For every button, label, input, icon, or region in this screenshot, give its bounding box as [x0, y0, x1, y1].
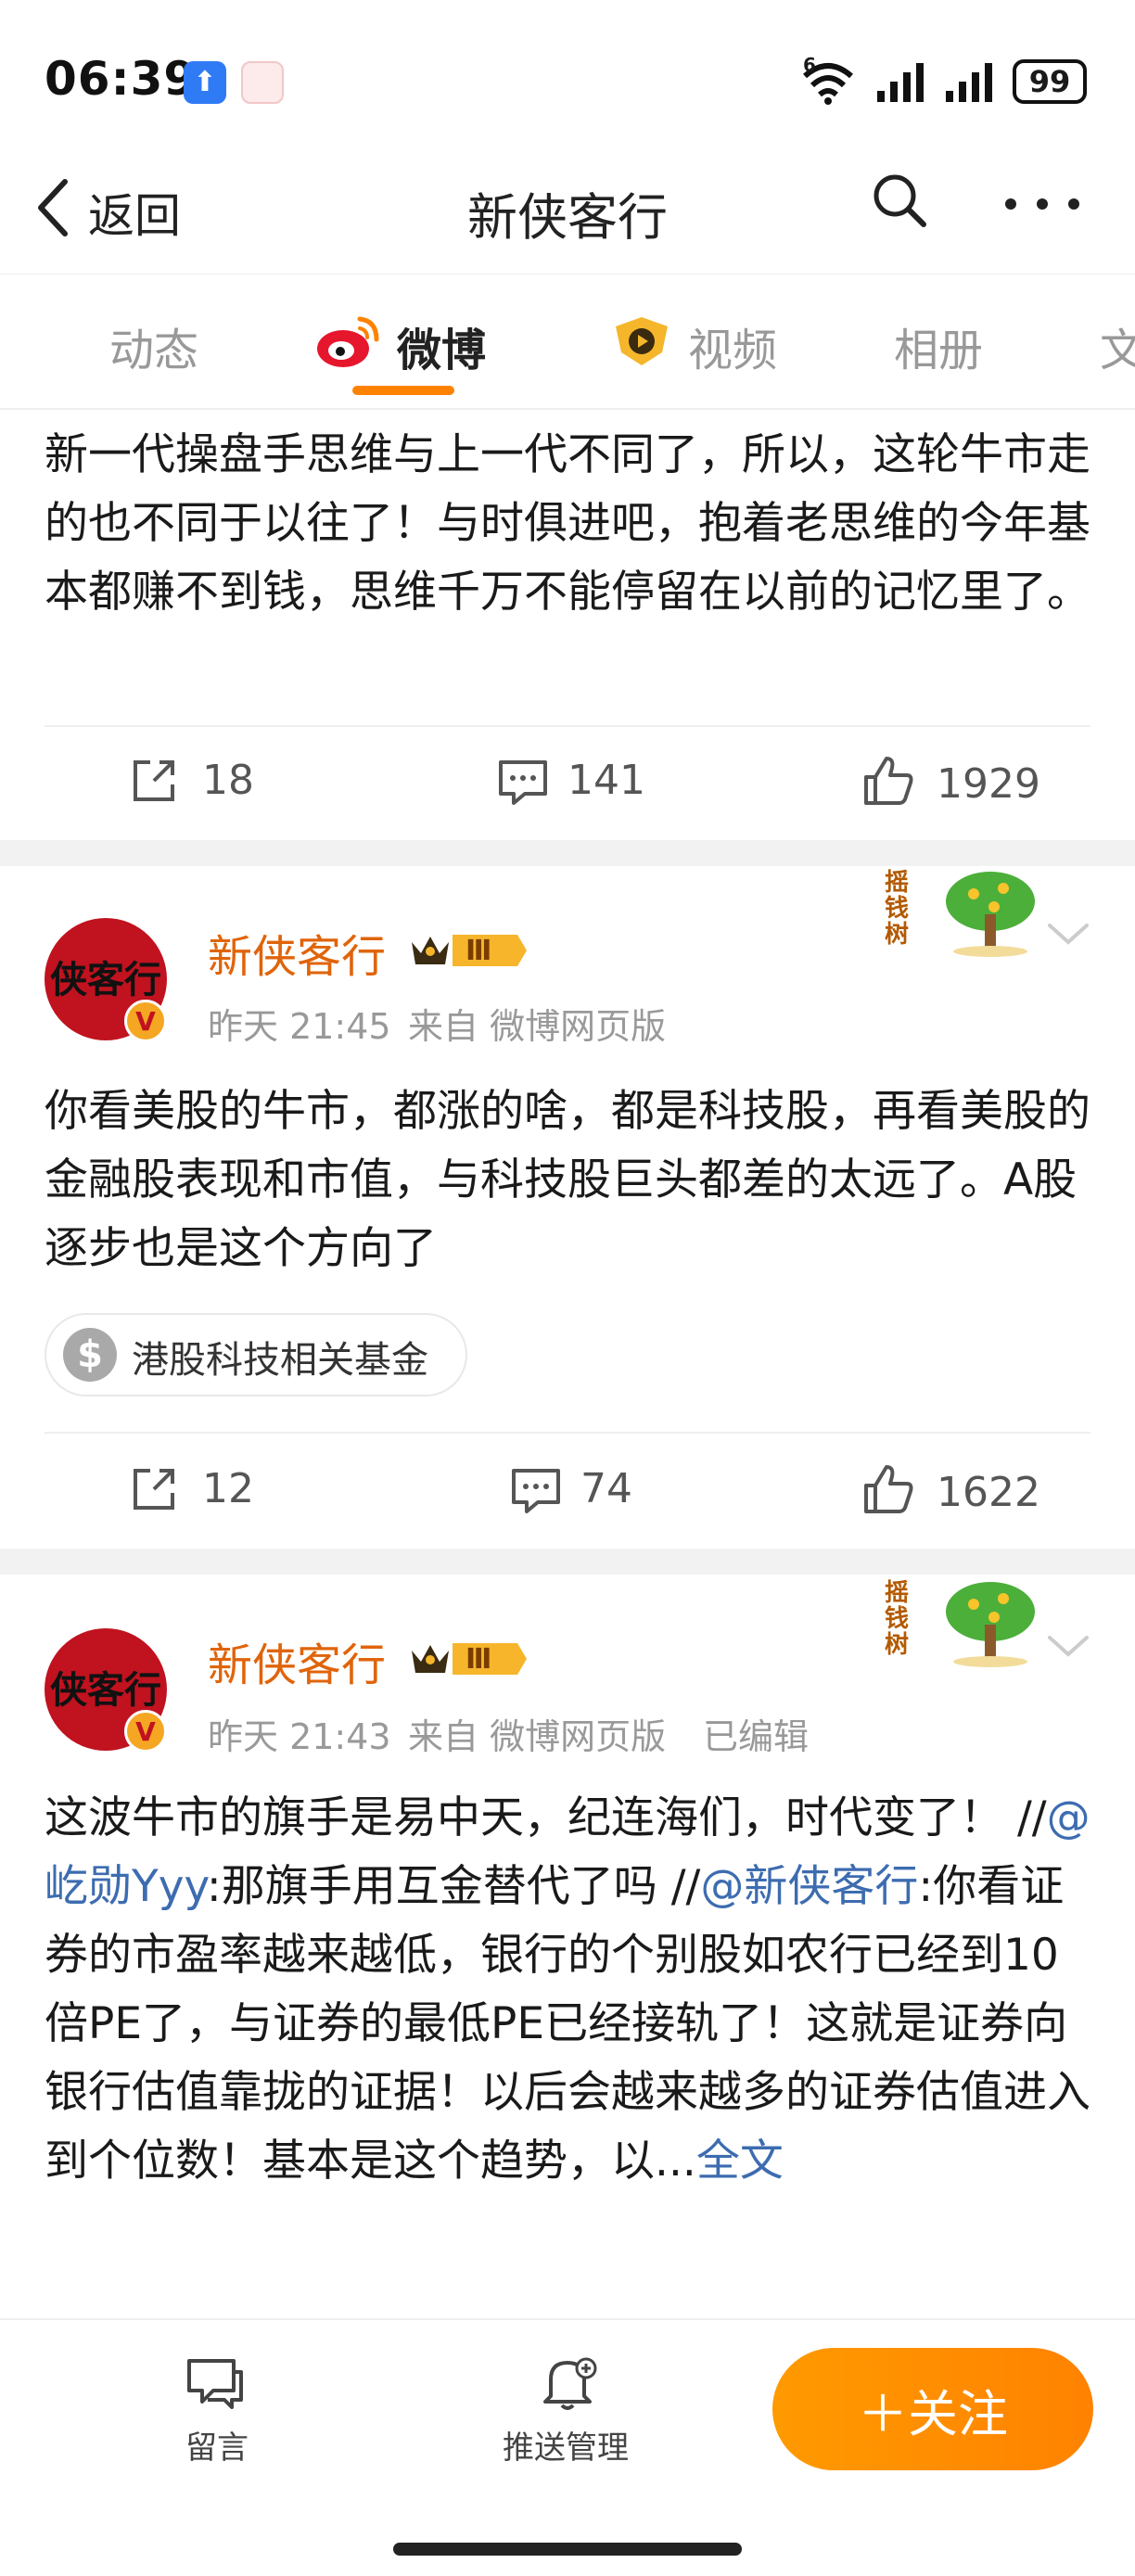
comment-count[interactable]: 141 — [568, 757, 645, 804]
level-label: Ⅲ — [465, 1643, 492, 1676]
verified-badge-icon: V — [124, 1710, 167, 1753]
search-icon[interactable] — [870, 171, 929, 230]
level-badge-icon: Ⅲ — [408, 929, 529, 972]
post-source: 来自 微博网页版 — [408, 1716, 667, 1757]
post-text: 这波牛市的旗手是易中天，纪连海们，时代变了！ //@屹勋Yyy:那旗手用互金替代… — [45, 1784, 1092, 2196]
signal-icon-2 — [944, 61, 996, 104]
like-icon[interactable] — [862, 755, 914, 807]
video-tab-icon — [608, 315, 675, 367]
repost-icon[interactable] — [130, 757, 178, 805]
tab-article[interactable]: 文 — [1100, 313, 1135, 378]
wifi-6-label: 6 — [803, 54, 816, 76]
divider — [45, 1432, 1090, 1434]
comment-icon[interactable] — [497, 759, 549, 807]
read-more-link[interactable]: 全文 — [696, 2136, 784, 2187]
weibo-logo-icon — [315, 313, 382, 369]
post-text: 你看美股的牛市，都涨的啥，都是科技股，再看美股的金融股表现和市值，与科技股巨头都… — [45, 1086, 1090, 1274]
bell-icon[interactable] — [540, 2355, 599, 2413]
message-icon[interactable] — [185, 2357, 245, 2411]
money-tree-label: 摇钱树 — [885, 869, 910, 949]
edited-label: 已编辑 — [703, 1716, 810, 1757]
level-label: Ⅲ — [465, 935, 492, 967]
verified-badge-icon: V — [124, 1000, 167, 1042]
battery-icon: 99 — [1013, 59, 1087, 104]
upload-app-icon: ⬆ — [184, 61, 226, 104]
dollar-icon: $ — [63, 1328, 117, 1382]
post-source: 来自 微博网页版 — [408, 1006, 667, 1047]
like-count[interactable]: 1929 — [937, 760, 1040, 808]
comment-count[interactable]: 74 — [580, 1465, 632, 1512]
tab-video[interactable]: 视频 — [688, 313, 777, 378]
tab-album[interactable]: 相册 — [894, 313, 983, 378]
post-time: 昨天 21:43 — [208, 1716, 391, 1757]
level-badge-icon: Ⅲ — [408, 1638, 529, 1680]
push-settings-button[interactable]: 推送管理 — [503, 2422, 629, 2468]
post-separator — [0, 840, 1135, 866]
post-time: 昨天 21:45 — [208, 1006, 391, 1047]
like-count[interactable]: 1622 — [937, 1469, 1040, 1516]
tab-weibo[interactable]: 微博 — [397, 313, 486, 378]
comment-icon[interactable] — [510, 1467, 562, 1515]
signal-icon-1 — [875, 61, 927, 104]
repost-count[interactable]: 12 — [202, 1465, 254, 1512]
page-title: 新侠客行 — [467, 188, 668, 247]
follow-button[interactable]: ＋关注 — [772, 2348, 1093, 2470]
status-bar: 06:39 ⬆ 6 99 — [0, 0, 1135, 139]
repost-count[interactable]: 18 — [202, 757, 254, 804]
mention-link[interactable]: @新侠客行 — [700, 1861, 918, 1912]
author-name[interactable]: 新侠客行 — [208, 920, 386, 985]
money-tree-icon: 摇钱树 — [881, 1576, 1044, 1669]
fund-tag[interactable]: $ 港股科技相关基金 — [45, 1313, 467, 1396]
fund-tag-label: 港股科技相关基金 — [132, 1339, 428, 1382]
post-separator — [0, 1549, 1135, 1575]
money-tree-label: 摇钱树 — [885, 1579, 910, 1659]
author-name[interactable]: 新侠客行 — [208, 1628, 386, 1693]
divider — [45, 725, 1090, 727]
like-icon[interactable] — [862, 1463, 914, 1515]
more-options-icon[interactable] — [1003, 197, 1081, 211]
post-text-part: :那旗手用互金替代了吗 // — [206, 1861, 701, 1912]
home-indicator[interactable] — [393, 2543, 742, 2556]
tab-dynamics[interactable]: 动态 — [109, 313, 198, 378]
chevron-down-icon[interactable] — [1046, 1632, 1090, 1660]
chevron-down-icon[interactable] — [1046, 920, 1090, 948]
message-button[interactable]: 留言 — [185, 2422, 249, 2468]
calendar-app-icon — [241, 61, 284, 104]
repost-icon[interactable] — [130, 1465, 178, 1513]
money-tree-icon: 摇钱树 — [881, 866, 1044, 959]
active-tab-indicator — [352, 386, 454, 395]
post-text-part: 这波牛市的旗手是易中天，纪连海们，时代变了！ // — [45, 1792, 1047, 1843]
post-text: 新一代操盘手思维与上一代不同了，所以，这轮牛市走的也不同于以往了！与时俱进吧，抱… — [45, 429, 1090, 618]
status-time: 06:39 — [45, 52, 198, 106]
